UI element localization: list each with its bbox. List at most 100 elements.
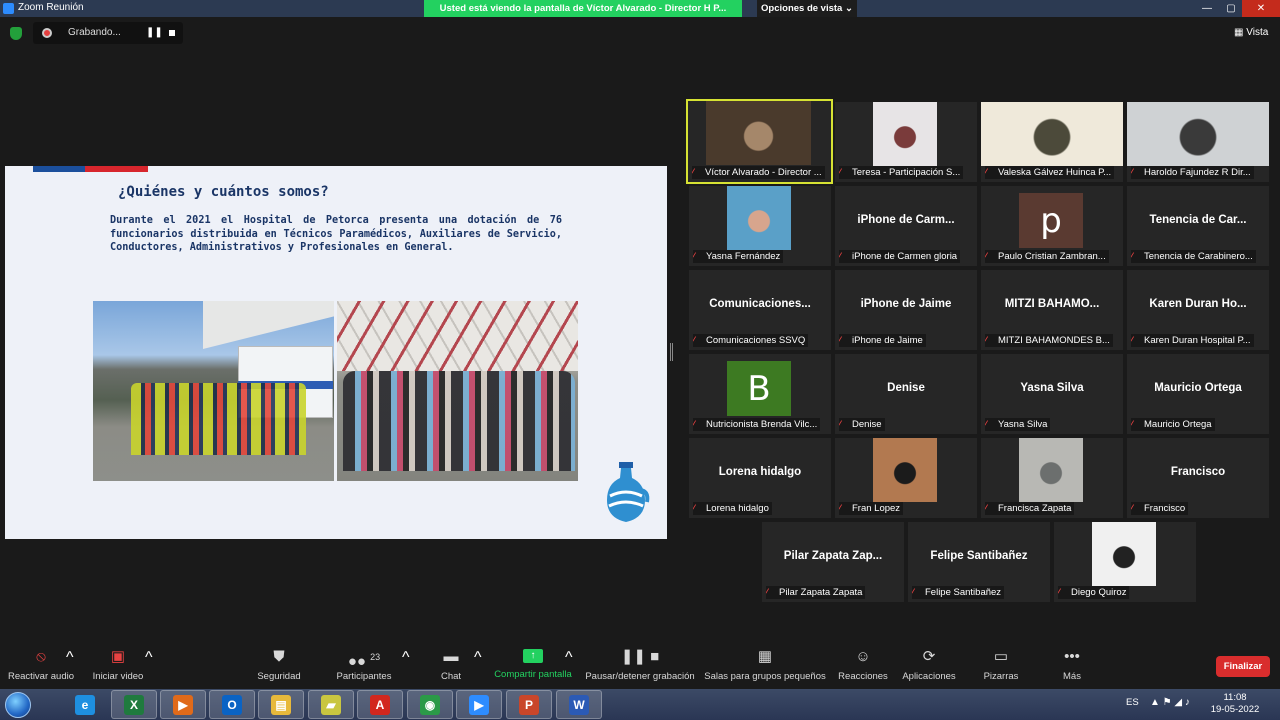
maximize-button[interactable]: ▢ xyxy=(1218,0,1244,17)
taskbar-file-explorer[interactable]: ▤ xyxy=(258,690,304,719)
participant-tile[interactable]: Pilar Zapata Zap... ⁄ Pilar Zapata Zapata xyxy=(762,522,904,602)
end-meeting-button[interactable]: Finalizar xyxy=(1216,656,1270,677)
participant-tile[interactable]: iPhone de Jaime ⁄ iPhone de Jaime xyxy=(835,270,977,350)
participant-name-label: ⁄ Lorena hidalgo xyxy=(693,502,772,515)
breakout-rooms-label: Salas para grupos pequeños xyxy=(704,671,826,682)
participants-options-caret[interactable]: ^ xyxy=(402,649,410,687)
taskbar-media-player[interactable]: ▶ xyxy=(160,690,206,719)
participant-name: Comunicaciones SSVQ xyxy=(706,335,806,346)
taskbar-excel[interactable]: X xyxy=(111,690,157,719)
taskbar-internet-explorer[interactable]: e xyxy=(62,690,108,719)
stop-recording-button[interactable] xyxy=(169,30,175,36)
recording-label: Grabando... xyxy=(68,27,121,38)
chat-options-caret[interactable]: ^ xyxy=(474,649,482,687)
participant-tile[interactable]: ⁄ Fran Lopez xyxy=(835,438,977,518)
participant-name-label: ⁄ Tenencia de Carabinero... xyxy=(1131,250,1256,263)
taskbar-acrobat[interactable]: A xyxy=(357,690,403,719)
view-button[interactable]: ▦ Vista xyxy=(1234,27,1268,38)
participant-name-label: ⁄ Karen Duran Hospital P... xyxy=(1131,334,1254,347)
participant-tile[interactable]: Lorena hidalgo ⁄ Lorena hidalgo xyxy=(689,438,831,518)
taskbar-chrome[interactable]: ◉ xyxy=(407,690,453,719)
participant-tile[interactable]: p ⁄ Paulo Cristian Zambran... xyxy=(981,186,1123,266)
participant-tile[interactable]: ⁄ Valeska Gálvez Huinca P... xyxy=(981,102,1123,182)
participant-display-name: Pilar Zapata Zap... xyxy=(783,550,883,562)
share-screen-button[interactable]: ↑ Compartir pantalla xyxy=(492,649,574,687)
word-icon: W xyxy=(569,694,589,715)
breakout-rooms-icon: ▦ xyxy=(757,648,773,665)
participant-tile[interactable]: ⁄ Francisca Zapata xyxy=(981,438,1123,518)
video-off-icon: ▣ xyxy=(110,648,126,665)
view-button-label: Vista xyxy=(1246,27,1269,38)
view-options-label: Opciones de vista xyxy=(761,3,843,14)
apps-button[interactable]: ⟳ Aplicaciones xyxy=(900,649,958,687)
participant-tile[interactable]: ⁄ Haroldo Fajundez R Dir... xyxy=(1127,102,1269,182)
participant-tile[interactable]: Felipe Santibañez ⁄ Felipe Santibañez xyxy=(908,522,1050,602)
participant-tile[interactable]: ⁄ Víctor Alvarado - Director ... xyxy=(686,99,833,184)
split-view-handle[interactable] xyxy=(670,343,673,361)
security-button[interactable]: ⛊ Seguridad xyxy=(254,649,304,687)
participant-tile[interactable]: MITZI BAHAMO... ⁄ MITZI BAHAMONDES B... xyxy=(981,270,1123,350)
muted-microphone-icon: ⁄ xyxy=(985,335,987,345)
video-options-caret[interactable]: ^ xyxy=(145,649,153,687)
share-options-caret[interactable]: ^ xyxy=(565,649,573,687)
outlook-icon: O xyxy=(222,694,242,715)
audio-options-caret[interactable]: ^ xyxy=(66,649,74,687)
participant-name-label: ⁄ Mauricio Ortega xyxy=(1131,418,1215,431)
taskbar-sticky-notes[interactable]: ▰ xyxy=(308,690,354,719)
participant-video xyxy=(1092,522,1156,586)
muted-microphone-icon: ⁄ xyxy=(766,587,768,597)
whiteboards-button[interactable]: ▭ Pizarras xyxy=(982,649,1020,687)
system-tray-icons[interactable]: ▲ ⚑ ◢ ♪ xyxy=(1150,697,1190,708)
participant-tile[interactable]: ⁄ Teresa - Participación S... xyxy=(835,102,977,182)
view-options-button[interactable]: Opciones de vista ⌄ xyxy=(757,0,857,17)
recording-indicator: Grabando... ❚❚ xyxy=(33,22,183,44)
more-dots-icon: ••• xyxy=(1064,648,1080,665)
participant-tile[interactable]: Denise ⁄ Denise xyxy=(835,354,977,434)
participant-video xyxy=(981,102,1123,166)
participant-display-name: Felipe Santibañez xyxy=(930,550,1028,562)
participant-tile[interactable]: B ⁄ Nutricionista Brenda Vilc... xyxy=(689,354,831,434)
start-video-button[interactable]: ▣ Iniciar video xyxy=(88,649,148,687)
start-button[interactable] xyxy=(5,692,31,718)
more-button[interactable]: ••• Más xyxy=(1058,649,1086,687)
taskbar-powerpoint[interactable]: P xyxy=(506,690,552,719)
participant-tile[interactable]: Comunicaciones... ⁄ Comunicaciones SSVQ xyxy=(689,270,831,350)
participant-name: Tenencia de Carabinero... xyxy=(1144,251,1253,262)
participant-tile[interactable]: Tenencia de Car... ⁄ Tenencia de Carabiner… xyxy=(1127,186,1269,266)
taskbar-word[interactable]: W xyxy=(556,690,602,719)
participant-tile[interactable]: Yasna Silva ⁄ Yasna Silva xyxy=(981,354,1123,434)
taskbar-zoom[interactable]: ▶ xyxy=(456,690,502,719)
participant-video xyxy=(873,102,937,166)
participant-tile[interactable]: Francisco ⁄ Francisco xyxy=(1127,438,1269,518)
shield-icon[interactable] xyxy=(10,27,22,40)
participant-video xyxy=(873,438,937,502)
taskbar-outlook[interactable]: O xyxy=(209,690,255,719)
participants-button[interactable]: ●● 23 Participantes xyxy=(332,649,396,687)
muted-microphone-icon: ⁄ xyxy=(1131,251,1133,261)
participant-name: iPhone de Jaime xyxy=(852,335,923,346)
slide-body: Durante el 2021 el Hospital de Petorca p… xyxy=(110,215,562,253)
acrobat-icon: A xyxy=(370,694,390,715)
participant-tile[interactable]: Karen Duran Ho... ⁄ Karen Duran Hospital P… xyxy=(1127,270,1269,350)
chat-button[interactable]: ▬ Chat xyxy=(432,649,470,687)
pause-stop-recording-button[interactable]: ❚❚ ■ Pausar/detener grabación xyxy=(584,649,696,687)
participant-tile[interactable]: ⁄ Yasna Fernández xyxy=(689,186,831,266)
minimize-button[interactable]: — xyxy=(1194,0,1220,17)
reactions-button[interactable]: ☺ Reacciones xyxy=(838,649,888,687)
participant-tile[interactable]: iPhone de Carm... ⁄ iPhone de Carmen glori… xyxy=(835,186,977,266)
breakout-rooms-button[interactable]: ▦ Salas para grupos pequeños xyxy=(704,649,826,687)
participant-name-label: ⁄ Felipe Santibañez xyxy=(912,586,1005,599)
close-window-button[interactable]: ✕ xyxy=(1242,0,1280,17)
participant-display-name: Francisco xyxy=(1170,466,1226,478)
clock[interactable]: 11:08 19-05-2022 xyxy=(1205,692,1265,716)
pause-recording-button[interactable]: ❚❚ xyxy=(146,27,163,38)
participant-display-name: iPhone de Carm... xyxy=(857,214,955,226)
participant-name: Valeska Gálvez Huinca P... xyxy=(998,167,1112,178)
unmute-button[interactable]: ⦸ Reactivar audio xyxy=(8,649,74,687)
participant-name: Diego Quiroz xyxy=(1071,587,1127,598)
participant-tile[interactable]: Mauricio Ortega ⁄ Mauricio Ortega xyxy=(1127,354,1269,434)
media-player-icon: ▶ xyxy=(173,694,193,715)
language-indicator[interactable]: ES xyxy=(1126,697,1139,708)
participant-name-label: ⁄ Comunicaciones SSVQ xyxy=(693,334,809,347)
participant-tile[interactable]: ⁄ Diego Quiroz xyxy=(1054,522,1196,602)
